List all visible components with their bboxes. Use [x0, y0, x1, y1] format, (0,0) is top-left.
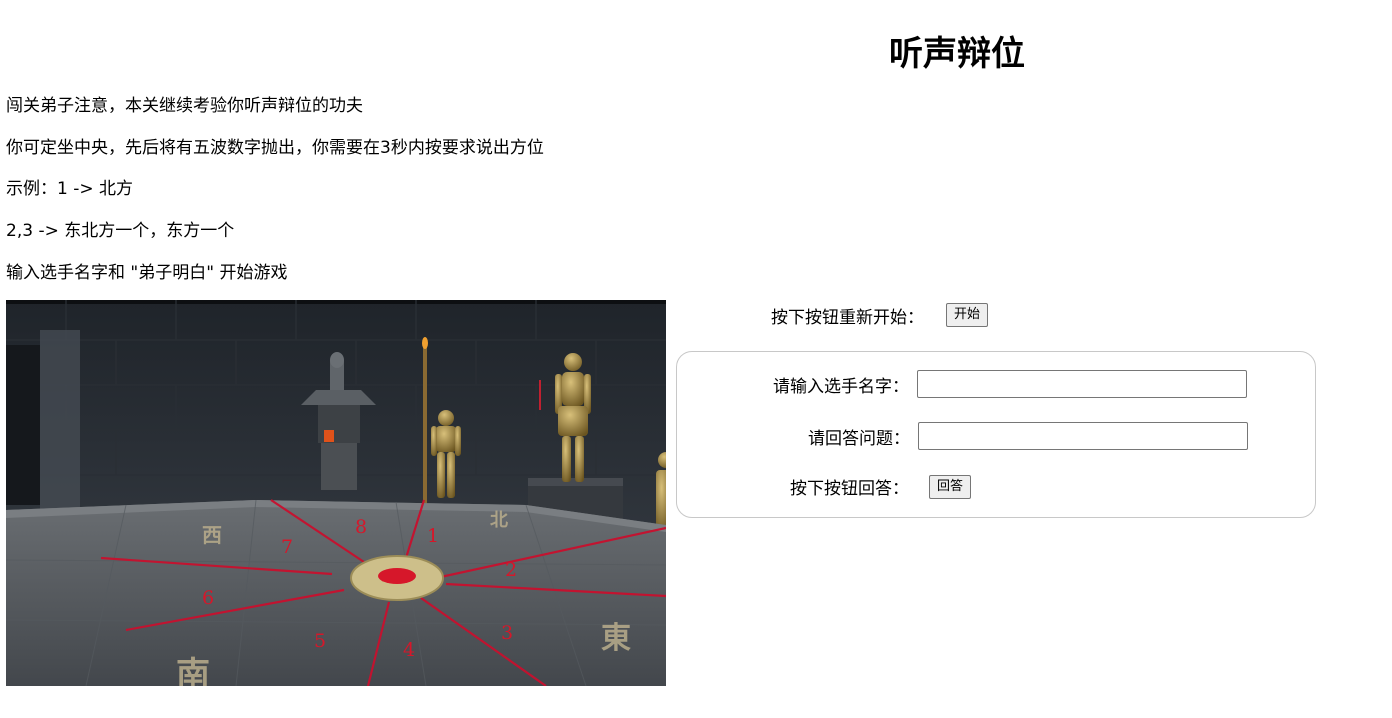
player-name-input[interactable] [917, 370, 1247, 398]
submit-label: 按下按钮回答： [790, 479, 909, 499]
answer-label: 请回答问题： [808, 428, 910, 449]
answer-input[interactable] [918, 422, 1248, 450]
answer-row: 请回答问题： [808, 422, 1248, 450]
answer-button[interactable]: 回答 [929, 474, 972, 499]
direction-number-7: 7 [281, 536, 293, 558]
floor-char-south: 南 [176, 655, 210, 686]
direction-number-8: 8 [355, 516, 367, 538]
intro-line-3: 示例：1 -> 北方 [6, 179, 134, 199]
direction-number-1: 1 [427, 525, 439, 547]
start-button[interactable]: 开始 [946, 303, 989, 327]
answer-form: 请输入选手名字： 请回答问题： 按下按钮回答： 回答 [676, 351, 1316, 518]
name-row: 请输入选手名字： [773, 370, 1247, 398]
intro-line-5: 输入选手名字和 "弟子明白" 开始游戏 [6, 263, 288, 283]
direction-number-3: 3 [501, 622, 513, 644]
restart-row: 按下按钮重新开始： 开始 [771, 302, 989, 328]
intro-line-1: 闯关弟子注意，本关继续考验你听声辩位的功夫 [6, 96, 363, 116]
submit-row: 按下按钮回答： 回答 [790, 474, 972, 499]
direction-number-2: 2 [505, 559, 517, 581]
floor-char-east: 東 [601, 621, 631, 656]
restart-label: 按下按钮重新开始： [771, 307, 924, 328]
intro-line-4: 2,3 -> 东北方一个，东方一个 [6, 221, 235, 241]
arena-scene-image: 北 東 南 西 1 2 3 4 5 6 7 8 [6, 300, 666, 686]
direction-number-6: 6 [202, 587, 214, 609]
floor-char-north: 北 [490, 510, 508, 531]
name-label: 请输入选手名字： [773, 376, 909, 397]
direction-number-4: 4 [403, 639, 415, 661]
floor-char-west: 西 [202, 523, 222, 547]
page-title: 听声辩位 [889, 34, 1025, 74]
intro-line-2: 你可定坐中央，先后将有五波数字抛出，你需要在3秒内按要求说出方位 [6, 138, 544, 158]
direction-number-5: 5 [314, 630, 326, 652]
